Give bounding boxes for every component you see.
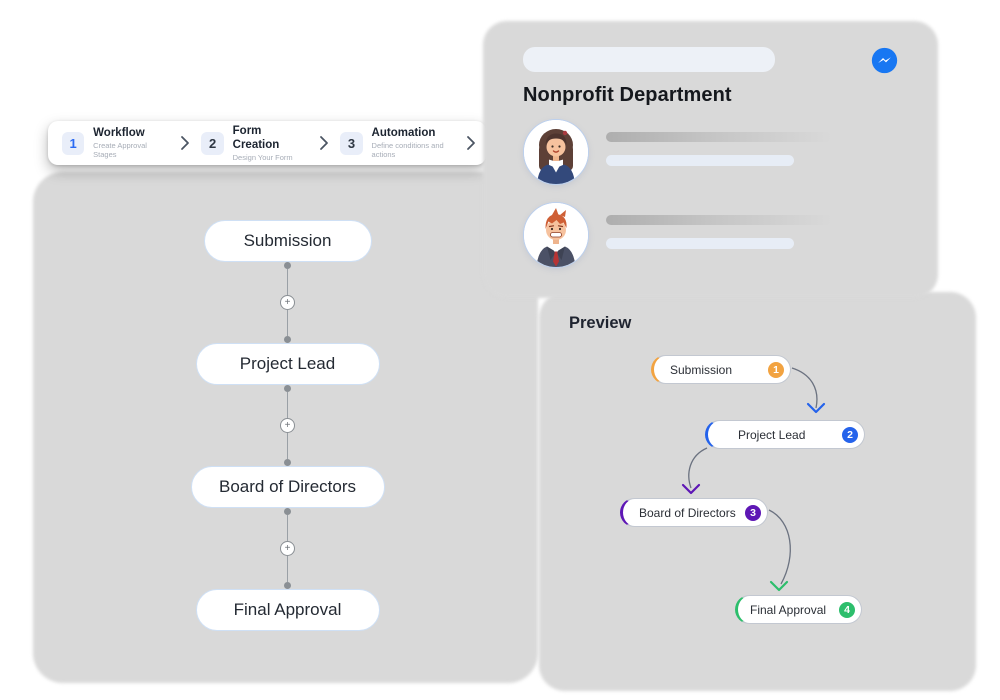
preview-node-project-lead[interactable]: Project Lead 2 xyxy=(705,420,865,449)
step-number-badge: 2 xyxy=(842,427,858,443)
connector-dot xyxy=(284,508,291,515)
add-stage-button[interactable]: + xyxy=(280,295,295,310)
step-3-label: Automation xyxy=(372,126,466,140)
step-workflow[interactable]: 1 Workflow Create Approval Stages xyxy=(62,126,169,159)
member-row xyxy=(523,119,898,185)
workflow-builder-panel: Submission + Project Lead + Board of Dir… xyxy=(57,183,530,652)
workflow-stepper: 1 Workflow Create Approval Stages 2 Form… xyxy=(48,121,486,165)
man-avatar xyxy=(523,202,589,268)
step-1-sublabel: Create Approval Stages xyxy=(93,141,169,160)
step-1-label: Workflow xyxy=(93,126,169,140)
preview-title: Preview xyxy=(569,314,631,333)
messenger-icon[interactable] xyxy=(871,47,898,74)
stage-pill-board-of-directors[interactable]: Board of Directors xyxy=(191,466,385,508)
add-stage-button[interactable]: + xyxy=(280,418,295,433)
connector-line xyxy=(287,433,289,459)
preview-node-final-approval[interactable]: Final Approval 4 xyxy=(735,595,862,624)
chevron-right-icon xyxy=(466,135,476,151)
stage-connector: + xyxy=(280,508,295,589)
connector-dot xyxy=(284,262,291,269)
skeleton-line xyxy=(606,155,794,166)
step-1-badge: 1 xyxy=(62,132,84,155)
connector-line xyxy=(287,269,289,295)
preview-node-submission[interactable]: Submission 1 xyxy=(651,355,791,384)
stage-pill-final-approval[interactable]: Final Approval xyxy=(196,589,380,631)
page: 1 Workflow Create Approval Stages 2 Form… xyxy=(0,0,1000,700)
skeleton-bar xyxy=(523,47,775,72)
step-2-sublabel: Design Your Form xyxy=(233,153,309,162)
step-form-creation[interactable]: 2 Form Creation Design Your Form xyxy=(201,124,308,162)
step-number-badge: 3 xyxy=(745,505,761,521)
preview-node-label: Board of Directors xyxy=(639,506,736,520)
skeleton-lines xyxy=(606,132,832,166)
skeleton-line xyxy=(606,215,832,225)
stage-connector: + xyxy=(280,262,295,343)
department-card: Nonprofit Department xyxy=(487,30,920,283)
chevron-right-icon xyxy=(180,135,190,151)
woman-avatar xyxy=(523,119,589,185)
step-3-sublabel: Define conditions and actions xyxy=(372,141,466,160)
skeleton-line xyxy=(606,132,832,142)
preview-node-label: Project Lead xyxy=(738,428,805,442)
connector-line xyxy=(287,310,289,336)
preview-node-board-of-directors[interactable]: Board of Directors 3 xyxy=(620,498,768,527)
preview-node-label: Submission xyxy=(670,363,732,377)
connector-line xyxy=(287,556,289,582)
arrowhead-to-final xyxy=(771,582,787,590)
arrowhead-to-project-lead xyxy=(808,404,824,412)
step-number-badge: 1 xyxy=(768,362,784,378)
skeleton-lines xyxy=(606,215,832,249)
stage-connector: + xyxy=(280,385,295,466)
add-stage-button[interactable]: + xyxy=(280,541,295,556)
stage-pill-project-lead[interactable]: Project Lead xyxy=(196,343,380,385)
stage-pill-submission[interactable]: Submission xyxy=(204,220,372,262)
connector-dot xyxy=(284,385,291,392)
connector-line xyxy=(287,515,289,541)
step-automation[interactable]: 3 Automation Define conditions and actio… xyxy=(340,126,466,159)
connector-line xyxy=(287,392,289,418)
step-2-label: Form Creation xyxy=(233,124,309,153)
step-3-badge: 3 xyxy=(340,132,362,155)
preview-node-label: Final Approval xyxy=(750,603,826,617)
arrowhead-to-board xyxy=(683,485,699,493)
step-number-badge: 4 xyxy=(839,602,855,618)
connector-dot xyxy=(284,336,291,343)
member-row xyxy=(523,202,898,268)
chevron-right-icon xyxy=(319,135,329,151)
connector-dot xyxy=(284,582,291,589)
department-title: Nonprofit Department xyxy=(523,84,898,107)
preview-panel: Preview Submission 1 Project Lead 2 Boar… xyxy=(545,298,950,668)
step-2-badge: 2 xyxy=(201,132,223,155)
connector-dot xyxy=(284,459,291,466)
skeleton-line xyxy=(606,238,794,249)
